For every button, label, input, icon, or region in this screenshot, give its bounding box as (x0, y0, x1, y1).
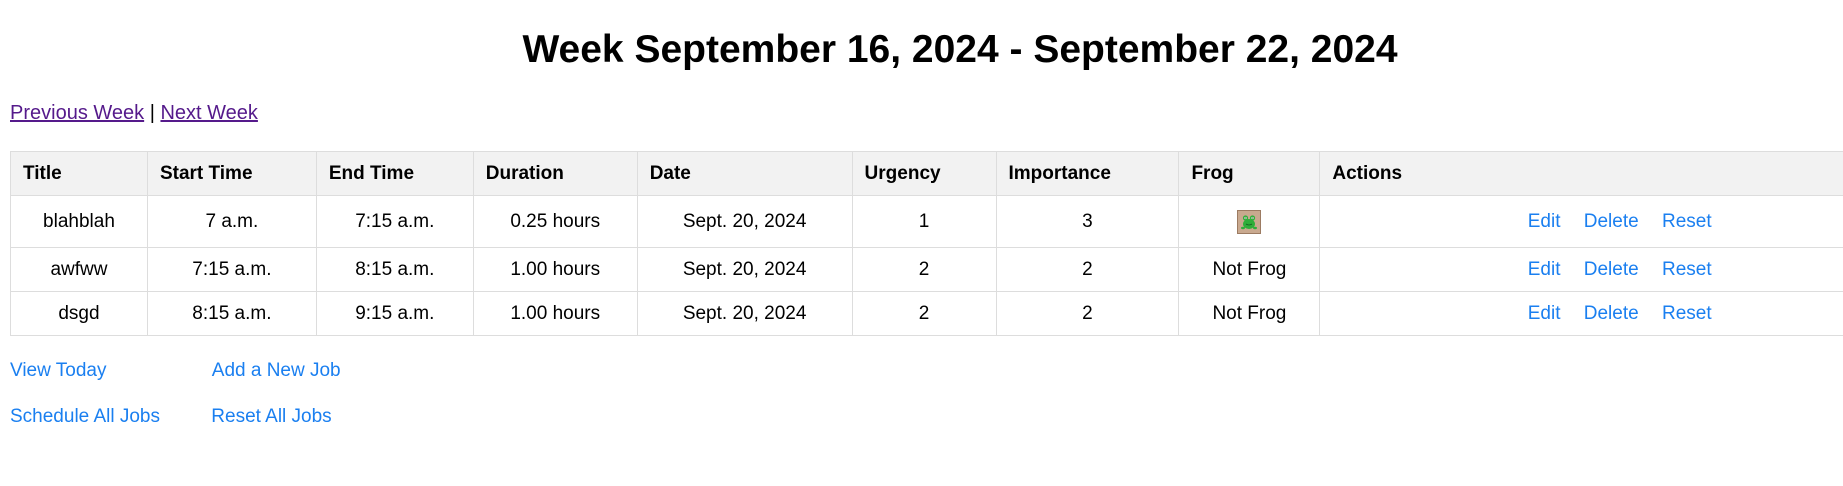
header-start-time: Start Time (146, 151, 317, 196)
cell-date: Sept. 20, 2024 (636, 291, 853, 336)
edit-link[interactable]: Edit (1528, 211, 1561, 232)
week-navigation: Previous Week | Next Week (10, 102, 258, 125)
reset-link[interactable]: Reset (1662, 259, 1712, 280)
cell-duration: 1.00 hours (472, 247, 638, 292)
cell-date: Sept. 20, 2024 (636, 195, 853, 248)
cell-start-time: 7 a.m. (146, 195, 317, 248)
previous-week-link[interactable]: Previous Week (10, 102, 144, 124)
cell-duration: 1.00 hours (472, 291, 638, 336)
header-date: Date (636, 151, 853, 196)
jobs-table: Title Start Time End Time Duration Date … (10, 151, 1843, 336)
frog-icon (1237, 209, 1262, 234)
cell-end-time: 7:15 a.m. (315, 195, 474, 248)
cell-urgency: 2 (851, 247, 997, 292)
bottom-links-row-1: View Today Add a New Job (10, 360, 341, 382)
cell-urgency: 2 (851, 291, 997, 336)
nav-separator: | (149, 102, 155, 124)
next-week-link[interactable]: Next Week (160, 102, 257, 124)
table-header-row: Title Start Time End Time Duration Date … (10, 151, 1843, 196)
table-row: awfww 7:15 a.m. 8:15 a.m. 1.00 hours Sep… (10, 247, 1843, 292)
reset-link[interactable]: Reset (1662, 303, 1712, 324)
cell-importance: 2 (995, 247, 1180, 292)
cell-frog (1178, 195, 1321, 248)
header-frog: Frog (1178, 151, 1321, 196)
header-title: Title (10, 151, 148, 196)
header-urgency: Urgency (851, 151, 997, 196)
cell-title: blahblah (10, 195, 148, 248)
cell-actions: Edit Delete Reset (1319, 291, 1843, 336)
cell-date: Sept. 20, 2024 (636, 247, 853, 292)
reset-all-jobs-link[interactable]: Reset All Jobs (211, 406, 331, 427)
cell-end-time: 9:15 a.m. (315, 291, 474, 336)
cell-end-time: 8:15 a.m. (315, 247, 474, 292)
cell-actions: Edit Delete Reset (1319, 195, 1843, 248)
cell-title: awfww (10, 247, 148, 292)
cell-importance: 2 (995, 291, 1180, 336)
header-end-time: End Time (315, 151, 474, 196)
schedule-all-jobs-link[interactable]: Schedule All Jobs (10, 406, 160, 427)
header-actions: Actions (1319, 151, 1843, 196)
delete-link[interactable]: Delete (1584, 259, 1639, 280)
header-duration: Duration (472, 151, 638, 196)
cell-start-time: 8:15 a.m. (146, 291, 317, 336)
header-importance: Importance (995, 151, 1180, 196)
page-title: Week September 16, 2024 - September 22, … (522, 28, 1398, 71)
view-today-link[interactable]: View Today (10, 360, 106, 381)
cell-frog: Not Frog (1178, 247, 1321, 292)
table-row: dsgd 8:15 a.m. 9:15 a.m. 1.00 hours Sept… (10, 291, 1843, 336)
cell-frog: Not Frog (1178, 291, 1321, 336)
cell-duration: 0.25 hours (472, 195, 638, 248)
delete-link[interactable]: Delete (1584, 303, 1639, 324)
cell-title: dsgd (10, 291, 148, 336)
edit-link[interactable]: Edit (1528, 259, 1561, 280)
cell-actions: Edit Delete Reset (1319, 247, 1843, 292)
bottom-links-row-2: Schedule All Jobs Reset All Jobs (10, 406, 332, 428)
add-new-job-link[interactable]: Add a New Job (212, 360, 341, 381)
edit-link[interactable]: Edit (1528, 303, 1561, 324)
cell-urgency: 1 (851, 195, 997, 248)
cell-importance: 3 (995, 195, 1180, 248)
reset-link[interactable]: Reset (1662, 211, 1712, 232)
cell-start-time: 7:15 a.m. (146, 247, 317, 292)
delete-link[interactable]: Delete (1584, 211, 1639, 232)
table-row: blahblah 7 a.m. 7:15 a.m. 0.25 hours Sep… (10, 195, 1843, 248)
